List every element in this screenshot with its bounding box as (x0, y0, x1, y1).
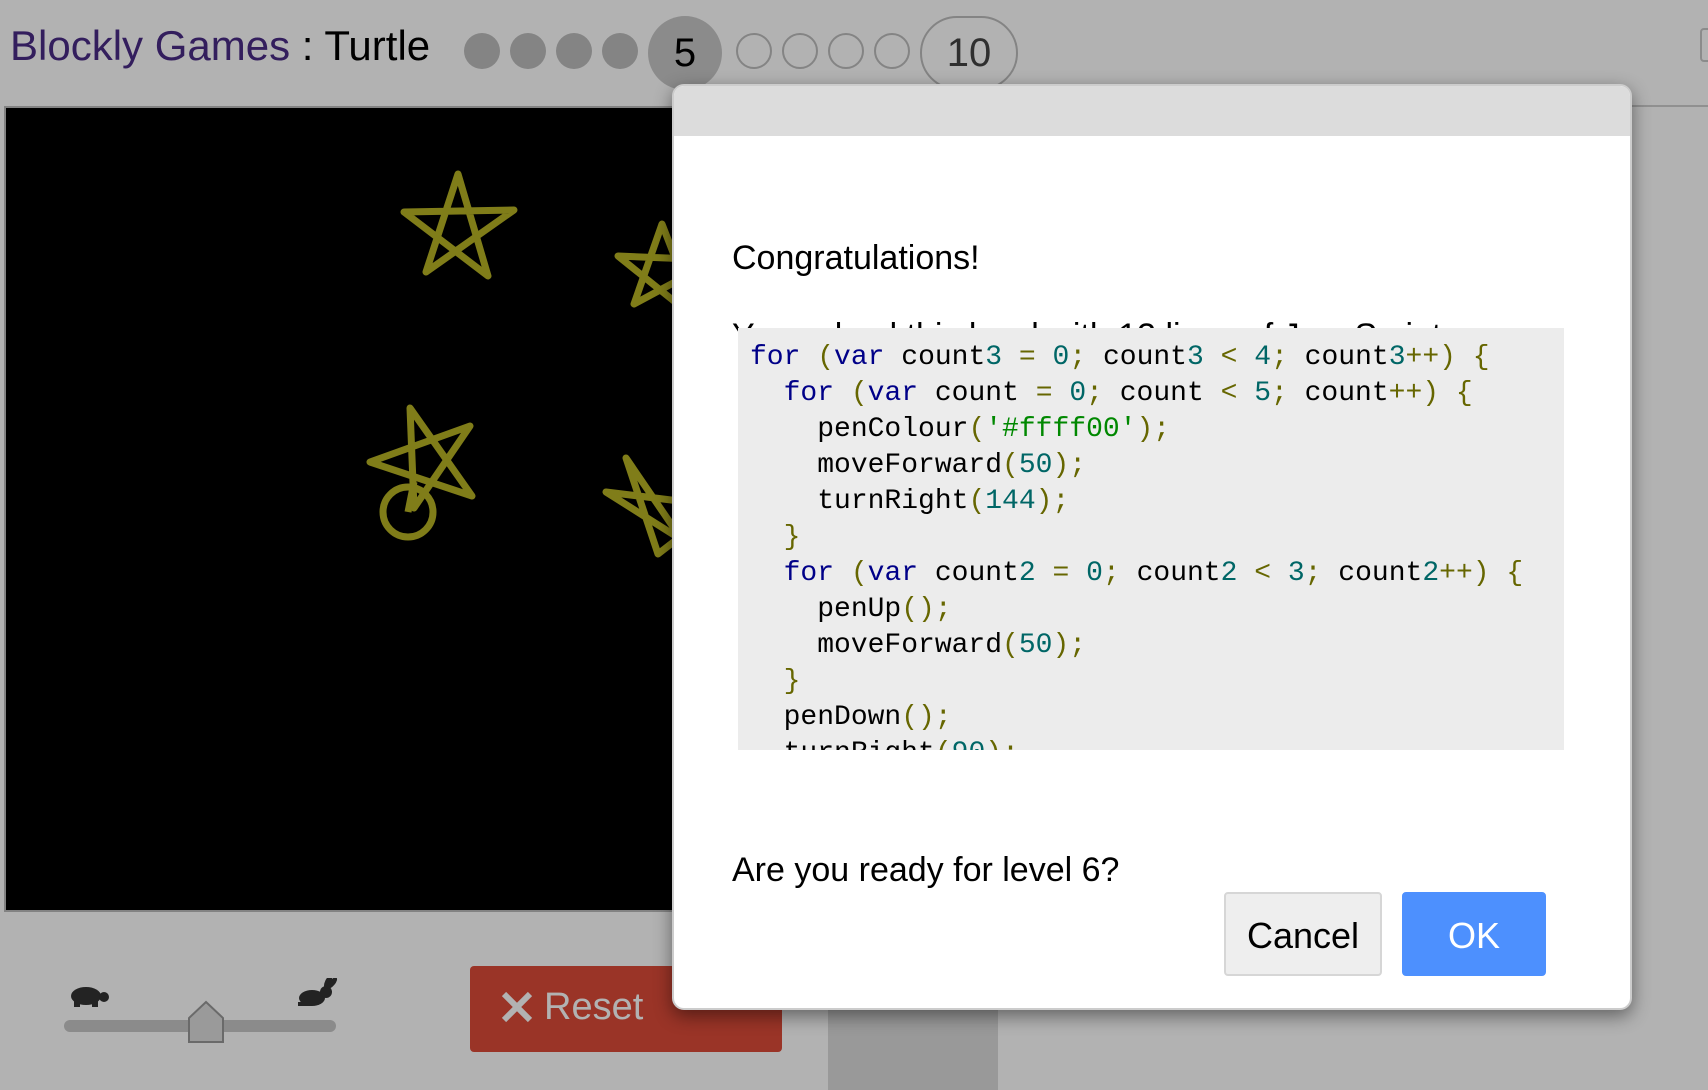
code-line: for (var count3 = 0; count3 < 4; count3+… (750, 342, 1490, 373)
code-line: turnRight(90); (750, 738, 1019, 750)
cancel-button[interactable]: Cancel (1224, 892, 1382, 976)
code-line: penUp(); (750, 594, 952, 625)
code-line: } (783, 522, 801, 553)
congrats-heading: Congratulations! (732, 239, 980, 277)
code-line: for (var count2 = 0; count2 < 3; count2+… (783, 558, 1524, 589)
code-line: moveForward(50); (750, 630, 1087, 661)
code-line: } (783, 666, 801, 697)
dialog-titlebar[interactable] (674, 86, 1630, 136)
congratulations-dialog: Congratulations! You solved this level w… (672, 84, 1632, 1010)
code-line: penColour('#ffff00'); (750, 414, 1171, 445)
code-line: for (var count = 0; count < 5; count++) … (783, 378, 1473, 409)
code-listing: for (var count3 = 0; count3 < 4; count3+… (738, 328, 1564, 750)
ok-button[interactable]: OK (1402, 892, 1546, 976)
code-line: moveForward(50); (750, 450, 1087, 481)
next-level-prompt: Are you ready for level 6? (732, 851, 1120, 889)
code-line: penDown(); (750, 702, 952, 733)
code-line: turnRight(144); (750, 486, 1070, 517)
code-block: for (var count3 = 0; count3 < 4; count3+… (750, 340, 1523, 750)
